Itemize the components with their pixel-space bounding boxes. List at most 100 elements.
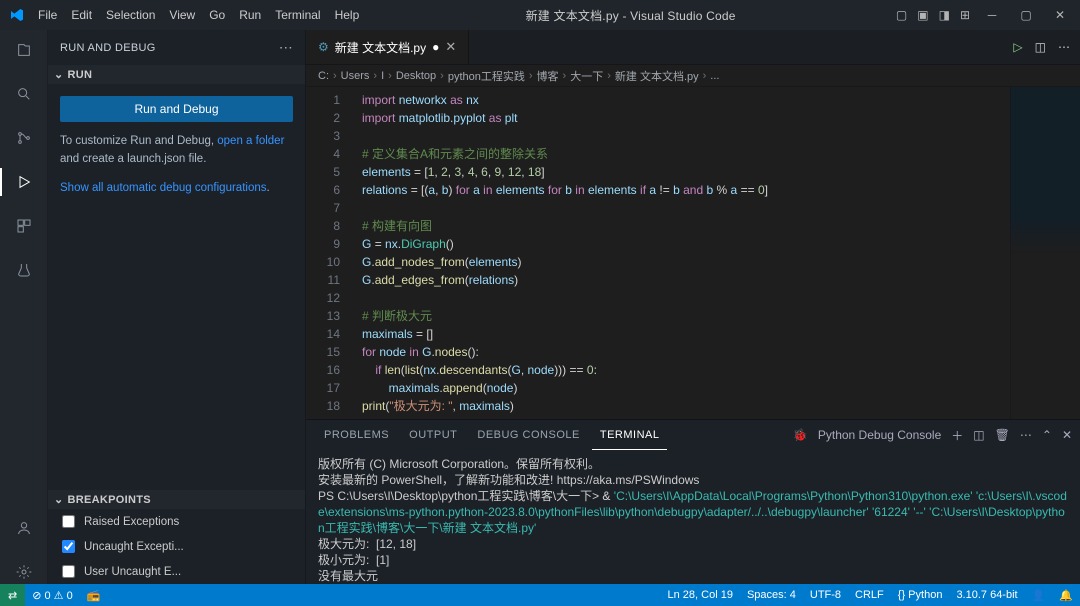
status-encoding[interactable]: UTF-8 — [803, 584, 848, 606]
code-line[interactable]: G.add_nodes_from(elements) — [362, 253, 1010, 271]
split-terminal-icon[interactable]: ◫ — [973, 428, 984, 442]
minimap[interactable] — [1010, 87, 1080, 419]
menu-terminal[interactable]: Terminal — [269, 4, 326, 26]
menu-run[interactable]: Run — [233, 4, 267, 26]
close-panel-icon[interactable]: ✕ — [1062, 428, 1072, 442]
code-line[interactable]: import networkx as nx — [362, 91, 1010, 109]
code-line[interactable]: # 构建有向图 — [362, 217, 1010, 235]
breadcrumb-item[interactable]: Desktop — [396, 70, 436, 82]
run-debug-icon[interactable] — [12, 170, 36, 194]
run-file-icon[interactable]: ▷ — [1013, 40, 1022, 54]
open-folder-link[interactable]: open a folder — [217, 135, 284, 147]
run-section-header[interactable]: ⌄ RUN — [48, 65, 305, 84]
maximize-panel-icon[interactable]: ⌃ — [1042, 428, 1052, 442]
breakpoints-section-header[interactable]: ⌄ BREAKPOINTS — [48, 490, 305, 509]
terminal-output[interactable]: 版权所有 (C) Microsoft Corporation。保留所有权利。安装… — [306, 450, 1080, 584]
menu-selection[interactable]: Selection — [100, 4, 161, 26]
explorer-icon[interactable] — [12, 38, 36, 62]
close-window-button[interactable]: ✕ — [1048, 8, 1072, 22]
menu-view[interactable]: View — [163, 4, 201, 26]
breadcrumb-item[interactable]: C: — [318, 70, 329, 82]
status-lncol[interactable]: Ln 28, Col 19 — [661, 584, 740, 606]
status-errors[interactable]: ⊘ 0 ⚠ 0 — [25, 584, 79, 606]
status-remote[interactable]: ⇄ — [0, 584, 25, 606]
editor-tab[interactable]: ⚙ 新建 文本文档.py ● ✕ — [306, 30, 469, 64]
status-feedback-icon[interactable]: 👤 — [1025, 584, 1053, 606]
accounts-icon[interactable] — [12, 516, 36, 540]
breakpoint-checkbox[interactable] — [62, 540, 75, 553]
breadcrumb-item[interactable]: 博客 — [537, 68, 559, 84]
breadcrumb-item[interactable]: Users — [341, 70, 370, 82]
kill-terminal-icon[interactable]: 🗑 — [995, 428, 1010, 442]
breadcrumb-item[interactable]: 大一下 — [570, 68, 603, 84]
breadcrumb[interactable]: C:›Users›I›Desktop›python工程实践›博客›大一下›新建 … — [306, 65, 1080, 87]
code-line[interactable]: maximals = [] — [362, 325, 1010, 343]
layout-sidebar-icon[interactable]: ◨ — [939, 8, 950, 22]
code-line[interactable]: elements = [1, 2, 3, 4, 6, 9, 12, 18] — [362, 163, 1010, 181]
layout-panel-icon[interactable]: ▣ — [917, 8, 928, 22]
code-editor[interactable]: 1234567891011121314151617181920212223242… — [306, 87, 1010, 419]
panel-tab-output[interactable]: OUTPUT — [401, 420, 465, 450]
code-line[interactable] — [362, 127, 1010, 145]
status-eol[interactable]: CRLF — [848, 584, 891, 606]
panel-tab-debug-console[interactable]: DEBUG CONSOLE — [469, 420, 587, 450]
code-line[interactable] — [362, 289, 1010, 307]
new-terminal-icon[interactable]: ＋ — [951, 427, 963, 444]
panel-more-icon[interactable]: ⋯ — [1020, 428, 1032, 442]
menu-go[interactable]: Go — [203, 4, 231, 26]
status-bell-icon[interactable]: 🔔 — [1052, 584, 1080, 606]
sidebar-more-icon[interactable]: ⋯ — [279, 39, 293, 56]
testing-icon[interactable] — [12, 258, 36, 282]
breadcrumb-item[interactable]: I — [381, 70, 384, 82]
status-spaces[interactable]: Spaces: 4 — [740, 584, 803, 606]
code-line[interactable]: # 定义集合A和元素之间的整除关系 — [362, 145, 1010, 163]
maximize-button[interactable]: ▢ — [1014, 8, 1038, 22]
breakpoint-checkbox[interactable] — [62, 565, 75, 578]
layout-editor-icon[interactable]: ▢ — [896, 8, 907, 22]
breadcrumb-item[interactable]: ... — [710, 70, 719, 82]
menu-edit[interactable]: Edit — [65, 4, 98, 26]
code-line[interactable] — [362, 199, 1010, 217]
status-language[interactable]: {} Python — [891, 584, 950, 606]
code-line[interactable]: G.add_edges_from(relations) — [362, 271, 1010, 289]
source-control-icon[interactable] — [12, 126, 36, 150]
close-tab-icon[interactable]: ✕ — [445, 39, 456, 55]
settings-gear-icon[interactable] — [12, 560, 36, 584]
search-icon[interactable] — [12, 82, 36, 106]
status-python-version[interactable]: 3.10.7 64-bit — [949, 584, 1024, 606]
run-and-debug-button[interactable]: Run and Debug — [60, 96, 293, 122]
breakpoint-checkbox[interactable] — [62, 515, 75, 528]
code-body[interactable]: import networkx as nximport matplotlib.p… — [352, 87, 1010, 419]
code-line[interactable]: # 判断极大元 — [362, 307, 1010, 325]
menu-file[interactable]: File — [32, 4, 63, 26]
code-line[interactable]: relations = [(a, b) for a in elements fo… — [362, 181, 1010, 199]
layout-customize-icon[interactable]: ⊞ — [960, 8, 970, 22]
panel-tab-terminal[interactable]: TERMINAL — [592, 420, 668, 450]
panel-tab-problems[interactable]: PROBLEMS — [316, 420, 397, 450]
code-line[interactable]: maximals.append(node) — [362, 379, 1010, 397]
breakpoint-item[interactable]: User Uncaught E... — [48, 559, 305, 584]
code-line[interactable]: G = nx.DiGraph() — [362, 235, 1010, 253]
breakpoint-item[interactable]: Uncaught Excepti... — [48, 534, 305, 559]
status-radio-icon[interactable]: 📻 — [80, 584, 108, 606]
minimize-button[interactable]: ─ — [980, 8, 1004, 22]
editor-more-icon[interactable]: ⋯ — [1058, 40, 1070, 54]
code-line[interactable]: print("极大元为: ", maximals) — [362, 397, 1010, 415]
activity-bar — [0, 30, 48, 584]
breakpoint-item[interactable]: Raised Exceptions — [48, 509, 305, 534]
terminal-selector[interactable]: Python Debug Console — [818, 428, 941, 442]
code-line[interactable] — [362, 415, 1010, 419]
panel-tabs: PROBLEMSOUTPUTDEBUG CONSOLETERMINAL 🐞 Py… — [306, 420, 1080, 450]
code-line[interactable]: if len(list(nx.descendants(G, node))) ==… — [362, 361, 1010, 379]
show-auto-config-link[interactable]: Show all automatic debug configurations — [60, 182, 267, 194]
breadcrumb-sep: › — [333, 70, 337, 82]
breadcrumb-item[interactable]: python工程实践 — [448, 68, 525, 84]
code-line[interactable]: import matplotlib.pyplot as plt — [362, 109, 1010, 127]
breakpoint-label: Uncaught Excepti... — [84, 541, 184, 553]
code-line[interactable]: for node in G.nodes(): — [362, 343, 1010, 361]
panel-tools: 🐞 Python Debug Console ＋ ◫ 🗑 ⋯ ⌃ ✕ — [793, 427, 1072, 444]
split-editor-icon[interactable]: ◫ — [1035, 40, 1046, 54]
extensions-icon[interactable] — [12, 214, 36, 238]
menu-help[interactable]: Help — [329, 4, 366, 26]
breadcrumb-item[interactable]: 新建 文本文档.py — [615, 68, 699, 84]
